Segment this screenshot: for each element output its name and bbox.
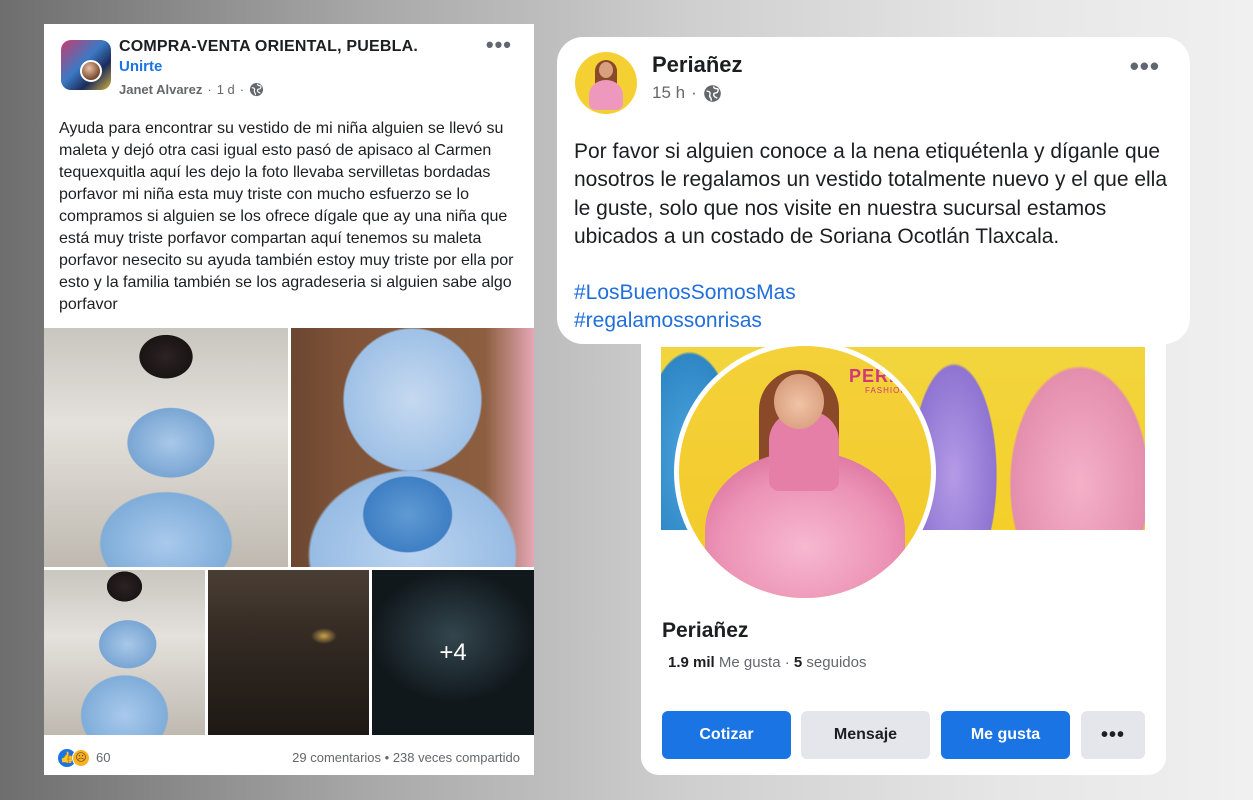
like-page-button[interactable]: Me gusta: [941, 711, 1070, 759]
author-name[interactable]: Janet Alvarez: [119, 82, 202, 97]
globe-icon: [703, 84, 721, 102]
brand-logo-text: PERIA: [849, 366, 910, 386]
stats-separator: •: [381, 750, 393, 765]
cotizar-button[interactable]: Cotizar: [662, 711, 791, 759]
post-time[interactable]: 1 d: [217, 82, 235, 97]
post-meta: Janet Alvarez · 1 d ·: [119, 82, 264, 97]
post-time[interactable]: 15 h: [652, 83, 685, 103]
cover-dress: [997, 347, 1145, 530]
profile-picture-image: PERIA FASHION: [679, 346, 931, 598]
post-footer: 👍 ☹ 60 29 comentarios • 238 veces compar…: [44, 740, 534, 775]
likes-label: Me gusta ·: [714, 654, 794, 671]
page-profile-card: PERIA FASHION Periañez 1.9 mil Me gusta …: [641, 325, 1166, 775]
globe-icon: [250, 82, 264, 97]
page-stats: 1.9 mil Me gusta · 5 seguidos: [668, 654, 866, 671]
figure-head: [774, 374, 824, 429]
right-post: Periañez 15 h · ••• Por favor si alguien…: [557, 37, 1190, 344]
post-meta: 15 h ·: [652, 83, 722, 103]
page-avatar[interactable]: [575, 52, 637, 114]
hashtag-link[interactable]: #LosBuenosSomosMas: [574, 281, 796, 305]
post-header: COMPRA-VENTA ORIENTAL, PUEBLA. Unirte Ja…: [44, 24, 534, 124]
post-photo[interactable]: [208, 570, 369, 735]
avatar-head: [599, 62, 613, 78]
avatar-dress: [589, 80, 623, 110]
more-icon[interactable]: •••: [1130, 53, 1160, 79]
post-photo[interactable]: +4: [372, 570, 534, 735]
post-text: Ayuda para encontrar su vestido de mi ni…: [59, 120, 514, 313]
meta-separator: ·: [207, 82, 212, 97]
meta-separator: ·: [691, 83, 697, 102]
brand-logo-subtext: FASHION: [865, 386, 908, 395]
page-name[interactable]: Periañez: [662, 619, 748, 643]
profile-picture[interactable]: PERIA FASHION: [674, 341, 936, 603]
post-photo[interactable]: [44, 328, 288, 567]
group-name[interactable]: COMPRA-VENTA ORIENTAL, PUEBLA.: [119, 38, 418, 56]
shares-count[interactable]: 238 veces compartido: [393, 750, 520, 765]
post-photo[interactable]: [44, 570, 205, 735]
likes-value: 1.9 mil: [668, 654, 715, 671]
meta-separator: ·: [239, 82, 245, 97]
post-photo[interactable]: [291, 328, 534, 567]
more-options-button[interactable]: •••: [1081, 711, 1145, 759]
following-label: seguidos: [802, 654, 867, 671]
following-value: 5: [793, 654, 803, 671]
more-photos-count[interactable]: +4: [372, 570, 534, 735]
left-post: COMPRA-VENTA ORIENTAL, PUEBLA. Unirte Ja…: [44, 24, 534, 775]
comments-count[interactable]: 29 comentarios: [292, 750, 381, 765]
message-button[interactable]: Mensaje: [801, 711, 930, 759]
reaction-count[interactable]: 60: [96, 750, 110, 765]
more-icon[interactable]: •••: [486, 34, 512, 56]
hashtag-link[interactable]: #regalamossonrisas: [574, 309, 762, 333]
post-text: Por favor si alguien conoce a la nena et…: [574, 140, 1168, 248]
author-avatar[interactable]: [80, 60, 102, 82]
page-name[interactable]: Periañez: [652, 52, 743, 78]
join-group-link[interactable]: Unirte: [119, 58, 162, 75]
sad-reaction-icon[interactable]: ☹: [72, 748, 90, 767]
post-stats: 29 comentarios • 238 veces compartido: [292, 750, 520, 765]
